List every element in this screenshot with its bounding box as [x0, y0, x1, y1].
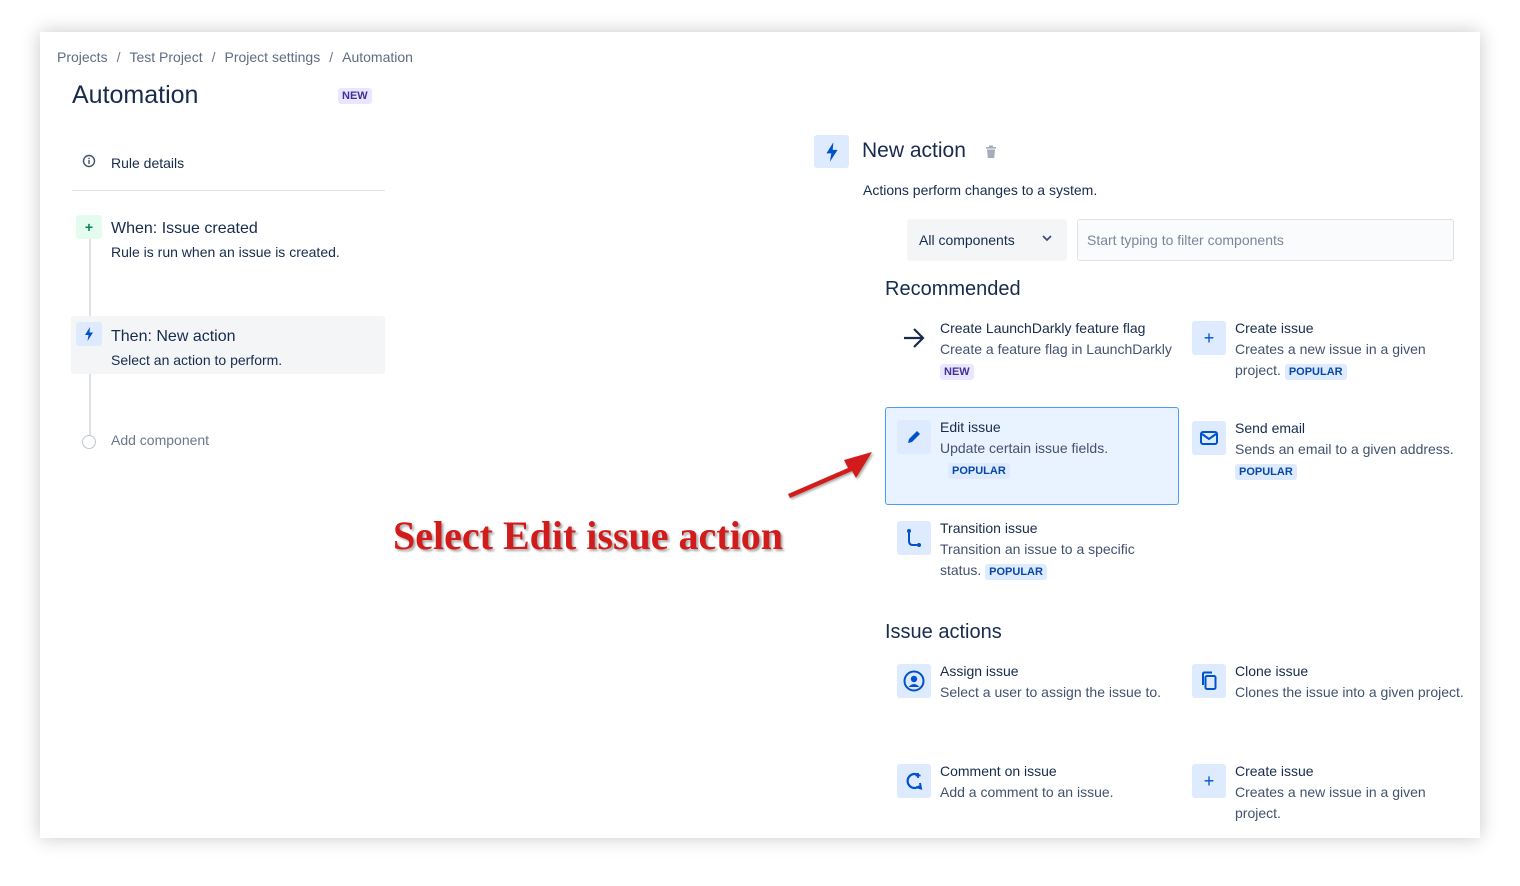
action-name: Comment on issue — [940, 763, 1057, 779]
action-name: Clone issue — [1235, 663, 1309, 679]
action-name: Create issue — [1235, 763, 1314, 779]
components-select[interactable]: All components — [907, 219, 1067, 261]
action-create-issue-2[interactable]: + Create issue Creates a new issue in a … — [1180, 751, 1474, 821]
filter-components-input[interactable] — [1077, 219, 1454, 261]
breadcrumb-separator: / — [211, 49, 216, 65]
issue-actions-heading: Issue actions — [885, 621, 1002, 643]
components-select-value: All components — [919, 232, 1015, 248]
rule-details-item[interactable]: Rule details — [72, 144, 385, 191]
action-name: Send email — [1235, 420, 1306, 436]
chevron-down-icon — [1041, 232, 1053, 247]
breadcrumb-project-settings[interactable]: Project settings — [225, 49, 321, 65]
new-badge: NEW — [940, 364, 974, 380]
action-create-issue[interactable]: + Create issue Creates a new issue in a … — [1180, 308, 1474, 380]
action-clone-issue[interactable]: Clone issue Clones the issue into a give… — [1180, 651, 1474, 721]
action-name: Assign issue — [940, 663, 1019, 679]
add-component-label: Add component — [111, 432, 210, 448]
envelope-icon — [1192, 421, 1226, 455]
user-icon — [897, 664, 931, 698]
action-name: Edit issue — [940, 419, 1001, 435]
action-desc: Update certain issue fields. POPULAR — [940, 440, 1109, 479]
plus-icon: + — [1192, 764, 1226, 798]
trigger-step[interactable]: + When: Issue created Rule is run when a… — [71, 215, 385, 265]
breadcrumb-test-project[interactable]: Test Project — [129, 49, 202, 65]
action-desc: Sends an email to a given address. POPUL… — [1235, 441, 1454, 480]
annotation-arrow-icon — [788, 452, 872, 498]
popular-badge: POPULAR — [948, 463, 1010, 479]
action-comment-on-issue[interactable]: Comment on issue Add a comment to an iss… — [885, 751, 1179, 821]
action-desc: Transition an issue to a specific status… — [940, 541, 1135, 580]
breadcrumb-separator: / — [329, 49, 334, 65]
breadcrumb-projects[interactable]: Projects — [57, 49, 108, 65]
breadcrumb-automation[interactable]: Automation — [342, 49, 413, 65]
action-name: Transition issue — [940, 520, 1038, 536]
action-edit-issue[interactable]: Edit issue Update certain issue fields. P… — [885, 407, 1179, 505]
action-send-email[interactable]: Send email Sends an email to a given add… — [1180, 408, 1474, 480]
new-action-title: New action — [862, 139, 966, 162]
pencil-icon — [897, 420, 931, 454]
action-desc: Creates a new issue in a given project. — [1235, 784, 1426, 821]
recommended-heading: Recommended — [885, 278, 1021, 300]
action-desc: Add a comment to an issue. — [940, 784, 1114, 800]
lightning-icon — [76, 322, 102, 346]
action-name: Create issue — [1235, 320, 1314, 336]
plus-icon: + — [1192, 321, 1226, 355]
transition-icon — [897, 521, 931, 555]
automation-window: Projects / Test Project / Project settings / A… — [40, 32, 1480, 838]
popular-badge: POPULAR — [1284, 364, 1347, 380]
rule-details-label: Rule details — [111, 155, 185, 171]
trigger-title: When: Issue created — [111, 220, 258, 237]
action-transition-issue[interactable]: Transition issue Transition an issue to … — [885, 508, 1179, 580]
action-desc: Create a feature flag in LaunchDarkly NE… — [940, 341, 1172, 380]
trash-icon[interactable] — [985, 145, 997, 159]
breadcrumb-separator: / — [116, 49, 121, 65]
action-desc: Select a user to assign the issue to. — [940, 684, 1162, 700]
trigger-subtitle: Rule is run when an issue is created. — [111, 244, 340, 260]
add-component-dot — [82, 435, 96, 449]
comment-icon — [897, 764, 931, 798]
clone-icon — [1192, 664, 1226, 698]
page-title: Automation — [72, 81, 199, 109]
action-desc: Clones the issue into a given project. — [1235, 684, 1464, 700]
action-name: Create LaunchDarkly feature flag — [940, 320, 1146, 336]
lightning-icon — [814, 135, 849, 168]
new-badge: NEW — [338, 88, 372, 104]
action-step[interactable]: Then: New action Select an action to per… — [71, 316, 385, 374]
action-desc: Creates a new issue in a given project. … — [1235, 341, 1426, 380]
new-action-description: Actions perform changes to a system. — [863, 182, 1098, 198]
popular-badge: POPULAR — [1235, 464, 1297, 480]
breadcrumb: Projects / Test Project / Project settings / A… — [57, 49, 413, 65]
annotation-label: Select Edit issue action — [393, 513, 783, 558]
arrow-right-icon — [897, 321, 931, 355]
popular-badge: POPULAR — [985, 564, 1047, 580]
action-create-launchdarkly-flag[interactable]: Create LaunchDarkly feature flag Create … — [885, 308, 1179, 380]
info-icon — [82, 154, 96, 168]
action-title: Then: New action — [111, 328, 236, 345]
plus-icon: + — [76, 215, 102, 239]
action-subtitle: Select an action to perform. — [111, 352, 283, 368]
action-assign-issue[interactable]: Assign issue Select a user to assign the… — [885, 651, 1179, 721]
